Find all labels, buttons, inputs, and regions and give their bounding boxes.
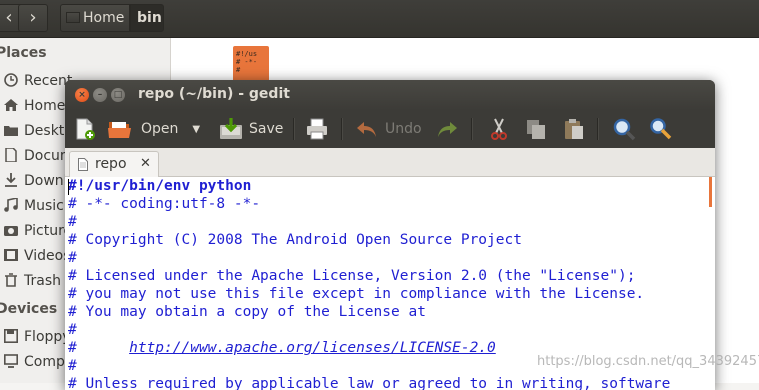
title-bar[interactable]: × – □ repo (~/bin) - gedit (65, 80, 715, 110)
toolbar-separator (471, 118, 473, 140)
document-icon (78, 158, 88, 171)
toolbar-separator (341, 118, 343, 140)
right-margin-indicator (709, 177, 712, 207)
sidebar-item-label: Music (24, 198, 64, 214)
redo-button[interactable] (435, 115, 459, 143)
download-icon (5, 173, 17, 187)
watermark: https://blog.csdn.net/qq_34392457 (537, 354, 759, 369)
code-line: # Licensed under the Apache License, Ver… (68, 268, 636, 284)
maximize-icon: □ (113, 90, 123, 100)
video-icon (4, 249, 18, 261)
code-line: # Copyright (C) 2008 The Android Open So… (68, 232, 522, 248)
new-document-button[interactable] (73, 115, 97, 143)
find-button[interactable] (612, 115, 636, 143)
code-line: #!/usr/bin/env python (68, 178, 252, 194)
paste-button[interactable] (562, 115, 586, 143)
find-replace-button[interactable] (649, 115, 673, 143)
home-icon (66, 12, 80, 23)
copy-button[interactable] (524, 115, 548, 143)
sidebar-item-floppy[interactable]: Floppy (4, 326, 71, 348)
code-line-prefix: # (68, 340, 130, 356)
toolbar-separator (597, 118, 599, 140)
file-icon-line: # -*- (236, 58, 258, 66)
chevron-left-icon: ‹ (5, 7, 13, 28)
undo-button[interactable]: Undo (355, 115, 422, 143)
toolbar: Open ▼ Save Undo (65, 110, 715, 148)
file-manager-header: ‹ › Home bin (0, 0, 759, 38)
scissors-icon (491, 118, 507, 140)
clock-icon (4, 73, 18, 87)
copy-icon (527, 120, 545, 139)
code-line: # (68, 322, 77, 338)
search-icon (613, 118, 636, 141)
code-line: # (68, 250, 77, 266)
text-cursor (68, 179, 69, 195)
sidebar-item-videos[interactable]: Videos (4, 245, 71, 267)
redo-icon (438, 122, 457, 137)
computer-icon (4, 354, 18, 368)
undo-label: Undo (385, 121, 422, 137)
sidebar-item-label: Floppy (24, 329, 71, 345)
floppy-icon (4, 329, 18, 343)
paste-icon (565, 119, 583, 139)
chevron-right-icon: › (29, 7, 37, 28)
new-document-icon (76, 118, 95, 140)
folder-icon (4, 126, 18, 136)
minimize-icon: – (97, 90, 103, 100)
home-icon (4, 99, 18, 111)
open-label: Open (141, 121, 179, 137)
document-tabbar: repo ✕ (65, 148, 715, 177)
save-button[interactable]: Save (219, 115, 283, 143)
breadcrumb-home[interactable]: Home (60, 4, 130, 32)
script-file-icon[interactable]: #!/us # -*- # (233, 46, 269, 82)
open-button[interactable]: Open ▼ (108, 115, 200, 143)
undo-icon (357, 122, 376, 137)
gedit-window: × – □ repo (~/bin) - gedit Open ▼ Save U… (65, 80, 715, 390)
print-button[interactable] (305, 115, 329, 143)
breadcrumb-home-label: Home (83, 10, 125, 26)
close-icon: × (78, 90, 86, 100)
file-icon-line: #!/us (236, 50, 258, 58)
forward-button[interactable]: › (18, 4, 48, 32)
save-label: Save (249, 121, 284, 137)
find-replace-icon (650, 118, 672, 140)
tab-label: repo (95, 156, 127, 172)
sidebar-item-label: Trash (24, 273, 61, 289)
document-icon (5, 148, 17, 162)
toolbar-separator (293, 118, 295, 140)
camera-icon (4, 226, 18, 236)
code-line: # you may not use this file except in co… (68, 286, 645, 302)
sidebar-item-label: Videos (24, 248, 71, 264)
cut-button[interactable] (487, 115, 511, 143)
sidebar-item-music[interactable]: Music (4, 195, 64, 217)
maximize-window-button[interactable]: □ (111, 88, 125, 102)
sidebar-item-recent[interactable]: Recent (4, 70, 72, 92)
sidebar-item-label: Home (24, 98, 66, 114)
license-url-link[interactable]: http://www.apache.org/licenses/LICENSE-2… (129, 340, 496, 356)
code-line: # (68, 214, 77, 230)
sidebar-item-home[interactable]: Home (4, 95, 65, 117)
save-icon (220, 118, 242, 139)
window-title: repo (~/bin) - gedit (138, 86, 290, 102)
trash-icon (5, 273, 17, 287)
open-dropdown-arrow-icon[interactable]: ▼ (192, 124, 200, 135)
file-icon-line: # (236, 66, 241, 74)
close-tab-icon[interactable]: ✕ (140, 152, 151, 176)
music-icon (4, 198, 18, 212)
minimize-window-button[interactable]: – (93, 88, 107, 102)
breadcrumb-bin-label: bin (137, 10, 162, 26)
code-line: # You may obtain a copy of the License a… (68, 304, 426, 320)
print-icon (307, 118, 327, 140)
devices-heading: Devices (0, 301, 58, 317)
places-heading: Places (0, 45, 47, 61)
breadcrumb-bin[interactable]: bin (130, 4, 164, 32)
close-window-button[interactable]: × (75, 88, 89, 102)
code-line: # -*- coding:utf-8 -*- (68, 196, 261, 212)
tab-repo[interactable]: repo ✕ (69, 151, 159, 177)
open-folder-icon (108, 122, 131, 138)
sidebar-item-trash[interactable]: Trash (4, 270, 61, 292)
